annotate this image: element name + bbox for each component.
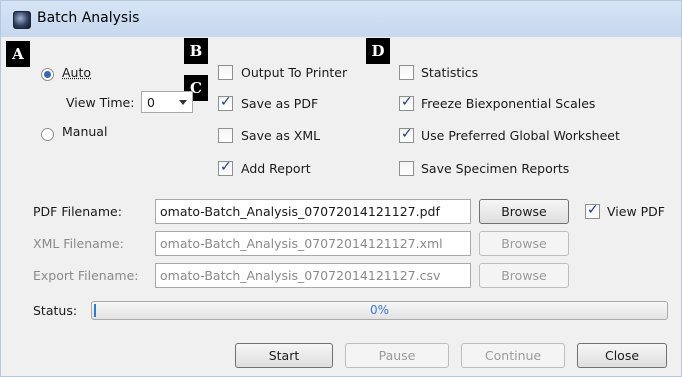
manual-label[interactable]: Manual <box>62 124 107 139</box>
add-report-checkbox[interactable] <box>218 159 233 176</box>
window-title: Batch Analysis <box>37 10 140 26</box>
pdf-filename-input[interactable]: omato-Batch_Analysis_07072014121127.pdf <box>155 199 471 224</box>
view-time-select[interactable]: 0 <box>141 91 193 113</box>
xml-filename-label: XML Filename: <box>33 236 124 251</box>
save-as-xml-checkbox[interactable] <box>218 128 233 143</box>
view-pdf-label[interactable]: View PDF <box>607 204 665 219</box>
batch-analysis-window: Batch Analysis A B C D Auto View Time: 0… <box>0 0 682 377</box>
xml-filename-value: omato-Batch_Analysis_07072014121127.xml <box>160 236 443 251</box>
add-report-label[interactable]: Add Report <box>241 161 311 176</box>
statistics-label[interactable]: Statistics <box>421 65 478 80</box>
browse-pdf-button[interactable]: Browse <box>479 199 569 224</box>
title-bar[interactable]: Batch Analysis <box>1 1 681 37</box>
use-preferred-worksheet-checkbox[interactable] <box>399 126 414 143</box>
browse-export-button[interactable]: Browse <box>479 263 569 288</box>
save-specimen-reports-checkbox[interactable] <box>399 161 414 176</box>
output-to-printer-label[interactable]: Output To Printer <box>241 65 347 80</box>
statistics-checkbox[interactable] <box>399 65 414 80</box>
manual-radio[interactable] <box>41 128 54 141</box>
pdf-filename-value: omato-Batch_Analysis_07072014121127.pdf <box>160 204 440 219</box>
view-time-label: View Time: <box>66 95 135 110</box>
app-icon <box>13 11 31 29</box>
use-preferred-worksheet-label[interactable]: Use Preferred Global Worksheet <box>421 128 620 143</box>
xml-filename-input[interactable]: omato-Batch_Analysis_07072014121127.xml <box>155 231 471 256</box>
status-label: Status: <box>33 303 78 318</box>
freeze-biexponential-label[interactable]: Freeze Biexponential Scales <box>421 96 595 111</box>
continue-button[interactable]: Continue <box>461 343 565 368</box>
pause-button[interactable]: Pause <box>345 343 449 368</box>
save-as-pdf-checkbox[interactable] <box>218 94 233 111</box>
view-pdf-checkbox[interactable] <box>585 202 600 219</box>
status-progress-bar: 0% <box>91 301 668 320</box>
output-to-printer-checkbox[interactable] <box>218 65 233 80</box>
marker-b: B <box>184 38 208 64</box>
browse-xml-button[interactable]: Browse <box>479 231 569 256</box>
freeze-biexponential-checkbox[interactable] <box>399 94 414 111</box>
start-button[interactable]: Start <box>235 343 333 368</box>
pdf-filename-label: PDF Filename: <box>33 204 122 219</box>
marker-d: D <box>366 38 390 64</box>
export-filename-label: Export Filename: <box>33 268 139 283</box>
auto-radio[interactable] <box>41 68 54 81</box>
save-as-pdf-label[interactable]: Save as PDF <box>241 96 318 111</box>
save-as-xml-label[interactable]: Save as XML <box>241 128 320 143</box>
chevron-down-icon <box>179 100 187 105</box>
view-time-value: 0 <box>147 95 155 110</box>
marker-a: A <box>6 41 30 67</box>
export-filename-input[interactable]: omato-Batch_Analysis_07072014121127.csv <box>155 263 471 288</box>
export-filename-value: omato-Batch_Analysis_07072014121127.csv <box>160 268 441 283</box>
auto-label[interactable]: Auto <box>62 65 91 80</box>
close-button[interactable]: Close <box>577 343 667 368</box>
progress-text: 0% <box>369 303 390 317</box>
save-specimen-reports-label[interactable]: Save Specimen Reports <box>421 161 569 176</box>
